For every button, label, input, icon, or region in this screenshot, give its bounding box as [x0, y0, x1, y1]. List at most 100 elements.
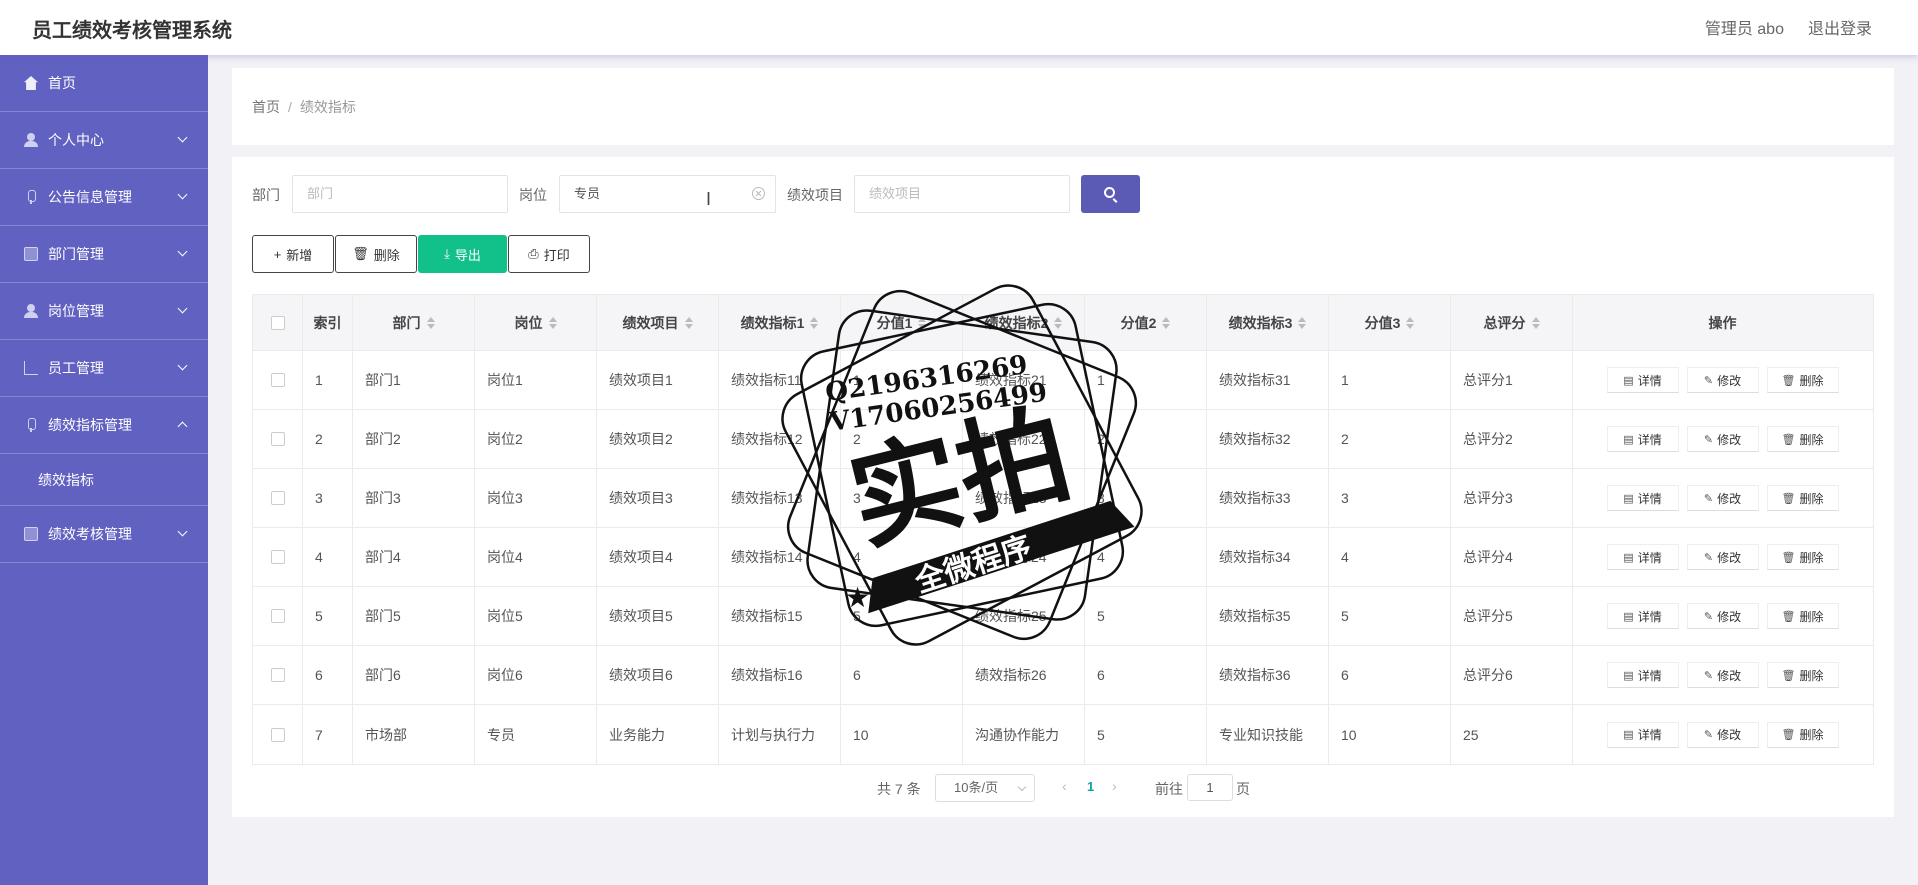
sort-icon[interactable]	[684, 316, 693, 329]
table-body: 1 部门1 岗位1 绩效项目1 绩效指标11 1 绩效指标21 1 绩效指标31 1 总评分1 ▤ 详情…	[253, 351, 1873, 764]
edit-button[interactable]: ✎ 修改	[1686, 721, 1759, 748]
row-checkbox[interactable]	[270, 609, 285, 623]
row-delete-button[interactable]: 🗑 删除	[1766, 426, 1839, 452]
column-header[interactable]: 岗位	[475, 295, 597, 350]
row-delete-button[interactable]: 🗑 删除	[1766, 603, 1839, 629]
select-all-checkbox[interactable]	[270, 315, 285, 330]
detail-button[interactable]: ▤ 详情	[1606, 544, 1679, 570]
column-header-label: 分值3	[1364, 314, 1401, 331]
search-button[interactable]	[1081, 175, 1140, 213]
dept-input[interactable]: 部门	[292, 175, 508, 213]
page-size-select[interactable]: 10条/页	[935, 774, 1035, 802]
next-page-button[interactable]: ›	[1112, 778, 1117, 794]
sidebar-item-employee[interactable]: 员工管理	[0, 340, 208, 397]
column-header[interactable]: 绩效指标1	[719, 295, 841, 350]
print-button[interactable]: ⎙ 打印	[508, 235, 590, 273]
column-header[interactable]: 绩效指标2	[963, 295, 1085, 350]
sort-icon[interactable]	[918, 316, 927, 329]
detail-button[interactable]: ▤ 详情	[1606, 485, 1679, 511]
detail-button[interactable]: ▤ 详情	[1606, 367, 1679, 393]
logout-link[interactable]: 退出登录	[1808, 15, 1872, 39]
sidebar-item-notice[interactable]: 公告信息管理	[0, 169, 208, 226]
column-header[interactable]: 分值3	[1329, 295, 1451, 350]
print-button-label: 打印	[543, 247, 570, 263]
cell-score2: 3	[1085, 469, 1207, 527]
cell-total: 总评分1	[1451, 351, 1573, 409]
chevron-up-icon	[177, 421, 188, 432]
sort-icon[interactable]	[1531, 316, 1540, 329]
add-button[interactable]: + 新增	[252, 235, 334, 273]
sidebar-item-department[interactable]: 部门管理	[0, 226, 208, 283]
cell-dept: 部门2	[353, 410, 475, 468]
download-icon: ⤓	[444, 246, 450, 261]
breadcrumb-separator: /	[288, 99, 292, 115]
delete-button[interactable]: 🗑 删除	[335, 235, 417, 273]
sidebar-item-assessment[interactable]: 绩效考核管理	[0, 506, 208, 563]
edit-button[interactable]: ✎ 修改	[1686, 426, 1759, 452]
edit-button[interactable]: ✎ 修改	[1686, 367, 1759, 393]
row-checkbox[interactable]	[270, 668, 285, 682]
sidebar-subitem-kpi[interactable]: 绩效指标	[0, 454, 208, 506]
sort-icon[interactable]	[1298, 316, 1307, 329]
cell-project: 绩效项目2	[597, 410, 719, 468]
sort-icon[interactable]	[1406, 316, 1415, 329]
detail-button[interactable]: ▤ 详情	[1606, 721, 1679, 748]
total-count: 共 7 条	[877, 781, 921, 797]
goto-page-input[interactable]: 1	[1187, 774, 1233, 801]
sort-icon[interactable]	[1054, 316, 1063, 329]
sidebar-item-label: 个人中心	[48, 132, 104, 148]
column-header[interactable]: 部门	[353, 295, 475, 350]
page-number[interactable]: 1	[1087, 779, 1094, 794]
user-menu[interactable]: 管理员 abo	[1705, 15, 1784, 39]
sidebar-item-personal-center[interactable]: 个人中心	[0, 112, 208, 169]
row-checkbox[interactable]	[270, 550, 285, 564]
column-header[interactable]: 分值2	[1085, 295, 1207, 350]
detail-button[interactable]: ▤ 详情	[1606, 662, 1679, 688]
sort-icon[interactable]	[810, 316, 819, 329]
project-input[interactable]: 绩效项目	[854, 175, 1070, 213]
column-header[interactable]: 总评分	[1451, 295, 1573, 350]
sort-icon[interactable]	[1162, 316, 1171, 329]
user-icon	[24, 304, 38, 318]
row-delete-button[interactable]: 🗑 删除	[1766, 485, 1839, 511]
cell-score2: 1	[1085, 351, 1207, 409]
breadcrumb-home[interactable]: 首页	[252, 99, 280, 115]
user-icon	[24, 133, 38, 147]
row-checkbox[interactable]	[270, 491, 285, 505]
detail-button[interactable]: ▤ 详情	[1606, 603, 1679, 629]
sort-icon[interactable]	[426, 316, 435, 329]
edit-button[interactable]: ✎ 修改	[1686, 544, 1759, 570]
detail-button[interactable]: ▤ 详情	[1606, 426, 1679, 452]
cell-kpi1: 绩效指标16	[719, 646, 841, 704]
delete-button-label: 删除	[1799, 609, 1824, 624]
row-delete-button[interactable]: 🗑 删除	[1766, 367, 1839, 393]
sidebar-item-home[interactable]: 首页	[0, 55, 208, 112]
column-header[interactable]: 分值1	[841, 295, 963, 350]
sidebar-item-kpi[interactable]: 绩效指标管理	[0, 397, 208, 454]
export-button[interactable]: ⤓ 导出	[418, 235, 507, 273]
delete-button-label: 删除	[1799, 550, 1824, 565]
cell-kpi3: 绩效指标33	[1207, 469, 1329, 527]
row-checkbox[interactable]	[270, 727, 285, 742]
sidebar-item-post[interactable]: 岗位管理	[0, 283, 208, 340]
document-icon: ▤	[1623, 669, 1634, 682]
row-delete-button[interactable]: 🗑 删除	[1766, 662, 1839, 688]
column-header[interactable]: 绩效指标3	[1207, 295, 1329, 350]
edit-button[interactable]: ✎ 修改	[1686, 603, 1759, 629]
prev-page-button[interactable]: ‹	[1062, 778, 1067, 794]
cell-score1: 5	[841, 587, 963, 645]
clear-icon[interactable]	[752, 187, 765, 200]
row-delete-button[interactable]: 🗑 删除	[1766, 721, 1839, 748]
cell-dept: 市场部	[353, 705, 475, 764]
sort-icon[interactable]	[548, 316, 557, 329]
cell-score2: 6	[1085, 646, 1207, 704]
edit-button[interactable]: ✎ 修改	[1686, 662, 1759, 688]
post-input[interactable]: 专员	[559, 175, 776, 213]
cell-kpi3: 绩效指标31	[1207, 351, 1329, 409]
edit-button[interactable]: ✎ 修改	[1686, 485, 1759, 511]
row-checkbox[interactable]	[270, 432, 285, 446]
row-checkbox[interactable]	[270, 373, 285, 387]
row-delete-button[interactable]: 🗑 删除	[1766, 544, 1839, 570]
microphone-icon	[24, 190, 38, 204]
column-header[interactable]: 绩效项目	[597, 295, 719, 350]
